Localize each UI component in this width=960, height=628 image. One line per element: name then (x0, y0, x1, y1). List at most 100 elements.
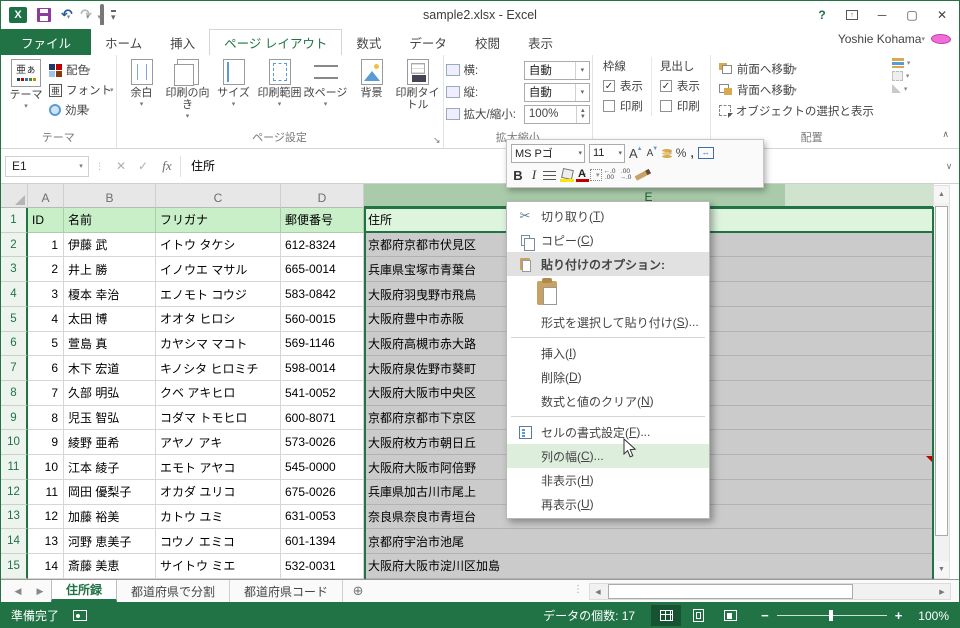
menu-item-cut[interactable]: ✂ 切り取り(T) (507, 204, 709, 228)
scale-zoom-spinner[interactable]: 100% ▲ ▼ (523, 104, 590, 124)
row-header[interactable]: 10 (1, 430, 28, 456)
cell-kana[interactable]: エモト アヤコ (156, 455, 281, 480)
paste-option-button[interactable] (507, 276, 709, 310)
page-break-button[interactable]: 改ページ ▾ (303, 57, 349, 111)
column-header-a[interactable]: A (28, 184, 64, 208)
accounting-format-button[interactable]: ▾ (662, 148, 673, 158)
formula-bar-grip[interactable]: ⋮ (95, 161, 104, 172)
tab-review[interactable]: 校閲 (461, 29, 514, 55)
comma-style-button[interactable]: , (690, 146, 693, 160)
cell-kana[interactable]: カトウ ユミ (156, 504, 281, 530)
new-sheet-icon[interactable]: ⊕ (343, 580, 373, 602)
cell-zip[interactable]: 573-0026 (281, 430, 364, 456)
cancel-icon[interactable]: ✕ (110, 159, 132, 173)
cell-id[interactable]: 14 (28, 554, 64, 579)
fill-color-button[interactable]: ▾ (560, 169, 574, 182)
cell-zip[interactable]: 675-0026 (281, 479, 364, 505)
italic-button[interactable]: I (529, 167, 539, 183)
customize-qat-icon[interactable]: ▾ (111, 9, 116, 21)
bring-forward-button[interactable]: 前面へ移動 ▾ (718, 58, 874, 79)
cell-kana[interactable]: イノウエ マサル (156, 257, 281, 283)
vertical-scrollbar[interactable]: ▲ ▼ (933, 185, 950, 579)
cell-zip[interactable]: 560-0015 (281, 306, 364, 332)
rotate-button[interactable]: ▾ (891, 84, 911, 93)
cell-name[interactable]: 伊藤 武 (64, 232, 156, 258)
cell-address-selected[interactable]: 京都府宇治市池尾 (364, 529, 934, 555)
cell-name[interactable]: 久部 明弘 (64, 381, 156, 406)
tab-insert[interactable]: 挿入 (156, 29, 209, 55)
save-icon[interactable] (37, 8, 51, 22)
cell-zip[interactable]: 600-8071 (281, 405, 364, 431)
row-header[interactable]: 11 (1, 455, 28, 480)
group-objects-button[interactable]: ▾ (891, 71, 911, 81)
cell-id[interactable]: 7 (28, 381, 64, 406)
scroll-up-icon[interactable]: ▲ (934, 186, 949, 203)
row-header[interactable]: 12 (1, 479, 28, 505)
font-name-select[interactable]: MS Pゴ ▾ (511, 143, 585, 163)
normal-view-button[interactable] (651, 605, 682, 626)
horizontal-scrollbar-thumb[interactable] (608, 584, 853, 599)
menu-item-format-cells[interactable]: セルの書式設定(F)... (507, 420, 709, 444)
menu-item-insert[interactable]: 挿入(I) (507, 341, 709, 365)
cell-id[interactable]: 10 (28, 455, 64, 480)
insert-function-icon[interactable]: fx (154, 158, 180, 174)
column-header-d[interactable]: D (281, 184, 364, 208)
menu-item-delete[interactable]: 削除(D) (507, 365, 709, 389)
enter-icon[interactable]: ✓ (132, 159, 154, 173)
sheet-tab-active[interactable]: 住所録 (51, 580, 118, 602)
scale-width-select[interactable]: 自動 ▾ (523, 60, 590, 80)
cell-kana[interactable]: コダマ トモヒロ (156, 405, 281, 431)
cell-name[interactable]: 太田 博 (64, 306, 156, 332)
cell-name[interactable]: 岡田 優梨子 (64, 479, 156, 505)
close-button[interactable]: ✕ (929, 4, 955, 26)
column-header-c[interactable]: C (156, 184, 281, 208)
cell-zip[interactable]: 545-0000 (281, 455, 364, 480)
themes-button[interactable]: 亜ぁ テーマ ▾ (3, 57, 49, 113)
row-header[interactable]: 1 (1, 208, 28, 233)
cell-id[interactable]: 4 (28, 306, 64, 332)
scroll-down-icon[interactable]: ▼ (934, 561, 949, 578)
cell-zip[interactable]: 583-0842 (281, 282, 364, 307)
cell-zip[interactable]: 665-0014 (281, 257, 364, 283)
sheet-nav-right-icon[interactable]: ▶ (29, 580, 51, 602)
row-header[interactable]: 14 (1, 529, 28, 555)
cell-name[interactable]: 綾野 亜希 (64, 430, 156, 456)
horizontal-scrollbar[interactable]: ◀ ▶ (589, 583, 951, 600)
menu-item-hide[interactable]: 非表示(H) (507, 468, 709, 492)
cell-id[interactable]: 5 (28, 331, 64, 357)
row-header[interactable]: 6 (1, 331, 28, 357)
zoom-slider-thumb[interactable] (828, 610, 833, 621)
excel-logo-icon[interactable]: X (9, 7, 27, 23)
headings-print-checkbox[interactable]: 印刷 (659, 96, 700, 116)
zoom-out-button[interactable]: − (761, 608, 769, 623)
cell-kana-header[interactable]: フリガナ (156, 208, 281, 233)
cell-zip[interactable]: 601-1394 (281, 529, 364, 555)
cell-name[interactable]: 児玉 智弘 (64, 405, 156, 431)
cell-address-selected[interactable]: 大阪府大阪市淀川区加島 (364, 554, 934, 579)
cell-id[interactable]: 11 (28, 479, 64, 505)
theme-effects-button[interactable]: 効果 ▾ (49, 100, 114, 120)
zoom-in-button[interactable]: + (895, 608, 903, 623)
cell-zip[interactable]: 569-1146 (281, 331, 364, 357)
page-layout-view-button[interactable] (683, 605, 713, 626)
row-header[interactable]: 5 (1, 306, 28, 332)
cell-name[interactable]: 井上 勝 (64, 257, 156, 283)
print-area-button[interactable]: 印刷範囲 ▾ (257, 57, 303, 111)
tab-formulas[interactable]: 数式 (342, 29, 395, 55)
row-header[interactable]: 2 (1, 232, 28, 258)
undo-button[interactable]: ↶▾ (61, 6, 73, 24)
margins-button[interactable]: 余白 ▾ (119, 57, 165, 111)
row-header[interactable]: 7 (1, 356, 28, 382)
cell-zip[interactable]: 598-0014 (281, 356, 364, 382)
cell-kana[interactable]: オオタ ヒロシ (156, 306, 281, 332)
format-painter-button[interactable] (634, 169, 649, 181)
cell-name[interactable]: 加藤 裕美 (64, 504, 156, 530)
theme-fonts-button[interactable]: 亜フォント ▾ (49, 80, 114, 100)
row-header[interactable]: 15 (1, 554, 28, 579)
zoom-level[interactable]: 100% (918, 609, 949, 623)
grow-font-button[interactable]: A ▲ (629, 146, 643, 161)
cell-name[interactable]: 江本 綾子 (64, 455, 156, 480)
page-break-view-button[interactable] (715, 605, 745, 626)
help-button[interactable]: ? (809, 4, 835, 26)
redo-button[interactable]: ↷▾ (80, 6, 92, 24)
